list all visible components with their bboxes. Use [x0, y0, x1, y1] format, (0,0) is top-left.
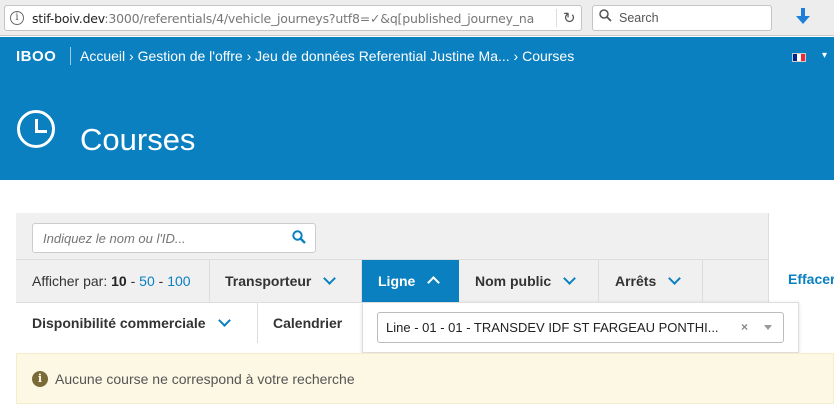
chevron-up-icon — [427, 276, 441, 289]
url-separator — [556, 9, 557, 27]
empty-results-alert: i Aucune course ne correspond à votre re… — [16, 353, 834, 404]
page-header: Courses — [0, 77, 834, 180]
brand-logo[interactable]: IBOO — [16, 48, 56, 65]
address-bar[interactable]: i stif-boiv.dev:3000/referentials/4/vehi… — [4, 5, 582, 31]
per-page-50-link[interactable]: 50 — [139, 273, 155, 289]
page-title: Courses — [80, 122, 196, 157]
reload-icon[interactable]: ↻ — [563, 9, 576, 27]
chevron-down-icon — [217, 314, 231, 327]
clock-icon — [17, 110, 55, 148]
clear-filters-button[interactable]: Effacer — [788, 271, 834, 287]
per-page-100-link[interactable]: 100 — [167, 273, 190, 289]
clear-selection-icon[interactable]: × — [741, 320, 748, 334]
per-page-current: 10 — [111, 273, 127, 289]
search-input[interactable] — [32, 223, 316, 253]
search-icon — [599, 9, 612, 25]
chevron-down-icon — [668, 272, 682, 285]
download-icon[interactable] — [795, 7, 811, 27]
filter-tab-ligne[interactable]: Ligne — [362, 260, 459, 302]
filter-tab-nom-public[interactable]: Nom public — [475, 272, 577, 289]
chevron-down-icon — [323, 272, 337, 285]
filter-tab-disponibilite[interactable]: Disponibilité commerciale — [32, 314, 231, 331]
per-page-selector: Afficher par: 10 - 50 - 100 — [32, 273, 191, 289]
browser-search-input[interactable]: Search — [592, 5, 772, 31]
per-page-label: Afficher par: — [32, 273, 108, 289]
browser-toolbar: i stif-boiv.dev:3000/referentials/4/vehi… — [0, 0, 834, 36]
brand-separator — [70, 47, 71, 65]
chevron-down-icon[interactable]: ▾ — [822, 50, 827, 61]
filter-tab-arrets[interactable]: Arrêts — [615, 272, 682, 289]
browser-search-placeholder: Search — [619, 11, 659, 25]
filter-separator — [209, 260, 210, 302]
top-navbar: IBOO Accueil › Gestion de l'offre › Jeu … — [0, 37, 834, 77]
filter-separator — [702, 260, 703, 302]
french-flag-icon[interactable] — [792, 53, 806, 62]
info-icon[interactable]: i — [10, 11, 24, 25]
filter-separator — [598, 260, 599, 302]
chevron-down-icon — [563, 272, 577, 285]
alert-message: Aucune course ne correspond à votre rech… — [55, 371, 355, 387]
ligne-selected-value: Line - 01 - 01 - TRANSDEV IDF ST FARGEAU… — [386, 320, 719, 335]
search-icon[interactable] — [292, 230, 308, 246]
url-text[interactable]: stif-boiv.dev:3000/referentials/4/vehicl… — [32, 11, 534, 26]
breadcrumb[interactable]: Accueil › Gestion de l'offre › Jeu de do… — [80, 48, 574, 64]
filter-tab-transporteur[interactable]: Transporteur — [225, 272, 337, 289]
filter-row-divider — [16, 302, 363, 303]
info-circle-icon: i — [32, 371, 48, 387]
ligne-select[interactable]: Line - 01 - 01 - TRANSDEV IDF ST FARGEAU… — [377, 312, 784, 343]
caret-down-icon[interactable] — [764, 325, 772, 330]
filter-separator — [257, 303, 258, 343]
filter-tab-calendrier[interactable]: Calendrier — [273, 315, 342, 331]
